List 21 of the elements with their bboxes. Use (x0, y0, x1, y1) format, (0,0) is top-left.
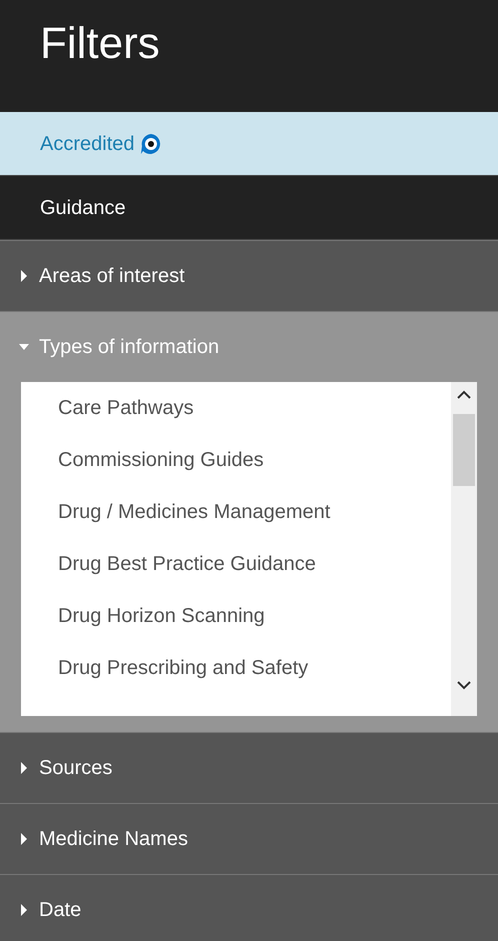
option-item[interactable]: Drug / Medicines Management (21, 486, 451, 538)
option-item[interactable]: Care Pathways (21, 382, 451, 434)
scroll-thumb[interactable] (453, 414, 475, 486)
filter-group-header[interactable]: Date (0, 875, 498, 941)
filter-group-header[interactable]: Sources (0, 733, 498, 803)
caret-right-icon (19, 833, 29, 845)
eye-badge-icon (138, 132, 162, 156)
panel-title: Filters (40, 18, 161, 70)
option-item[interactable]: Commissioning Guides (21, 434, 451, 486)
caret-right-icon (19, 762, 29, 774)
scrollbar[interactable] (451, 382, 477, 716)
scroll-up-icon[interactable] (457, 390, 471, 400)
caret-right-icon (19, 270, 29, 282)
option-item[interactable]: Drug Horizon Scanning (21, 590, 451, 642)
filter-group-header[interactable]: Areas of interest (0, 241, 498, 311)
filter-group-header[interactable]: Medicine Names (0, 804, 498, 874)
caret-right-icon (19, 904, 29, 916)
option-item[interactable]: Drug Prescribing and Safety (21, 642, 451, 694)
scroll-down-icon[interactable] (457, 680, 471, 690)
option-item[interactable]: Drug Best Practice Guidance (21, 538, 451, 590)
filter-toggle[interactable]: Guidance (0, 176, 498, 240)
